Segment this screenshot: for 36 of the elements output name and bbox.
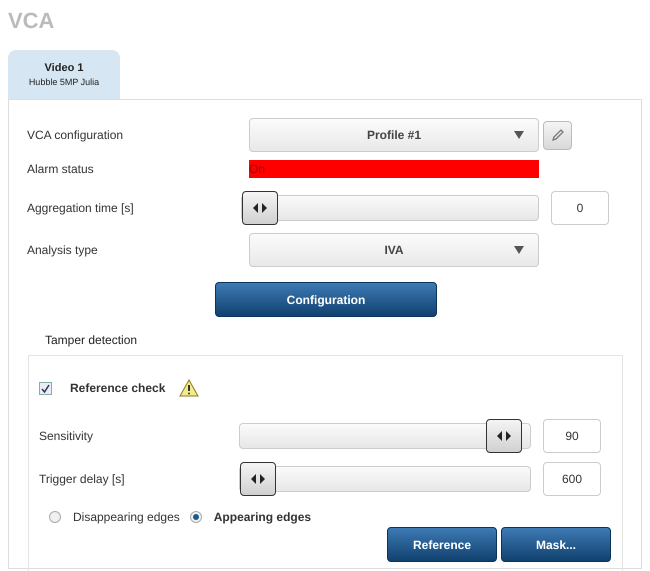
field-label: Alarm status xyxy=(26,161,95,178)
radio-label: Disappearing edges xyxy=(73,509,180,526)
checkbox[interactable] xyxy=(39,382,52,394)
value-field[interactable]: 0 xyxy=(551,191,609,225)
value-field[interactable]: 90 xyxy=(543,419,601,453)
checkmark-icon xyxy=(41,384,50,392)
action-button[interactable]: Reference xyxy=(387,527,497,562)
dropdown[interactable]: Profile #1 xyxy=(249,118,539,152)
slider-thumb[interactable] xyxy=(240,462,276,496)
edit-button[interactable] xyxy=(543,120,572,150)
checkbox-label: Reference check xyxy=(70,380,166,397)
field-label: Trigger delay [s] xyxy=(38,471,126,488)
field-label: Sensitivity xyxy=(38,428,94,445)
left-right-arrows-icon xyxy=(251,474,265,484)
page-title: VCA xyxy=(7,7,56,35)
configuration-button[interactable]: Configuration xyxy=(215,282,437,317)
warning-icon xyxy=(179,379,200,397)
radio-button[interactable] xyxy=(190,511,202,523)
radio-label: Appearing edges xyxy=(214,509,312,526)
alarm-status-indicator: On xyxy=(249,160,539,178)
left-right-arrows-icon xyxy=(496,431,511,441)
slider-thumb[interactable] xyxy=(486,419,522,453)
field-label: Aggregation time [s] xyxy=(26,200,135,217)
field-label: VCA configuration xyxy=(26,127,124,144)
dropdown-arrow-icon xyxy=(514,131,524,139)
tab[interactable]: Video 1 Hubble 5MP Julia xyxy=(8,50,120,99)
left-right-arrows-icon xyxy=(253,203,267,213)
pencil-icon xyxy=(550,128,564,142)
dropdown[interactable]: IVA xyxy=(249,233,539,267)
field-label: Analysis type xyxy=(26,242,99,259)
action-button[interactable]: Mask... xyxy=(501,527,611,562)
radio-button[interactable] xyxy=(49,511,61,523)
section-title: Tamper detection xyxy=(45,332,138,349)
slider-thumb[interactable] xyxy=(242,191,278,225)
value-field[interactable]: 600 xyxy=(543,462,601,496)
dropdown-arrow-icon xyxy=(514,246,524,254)
